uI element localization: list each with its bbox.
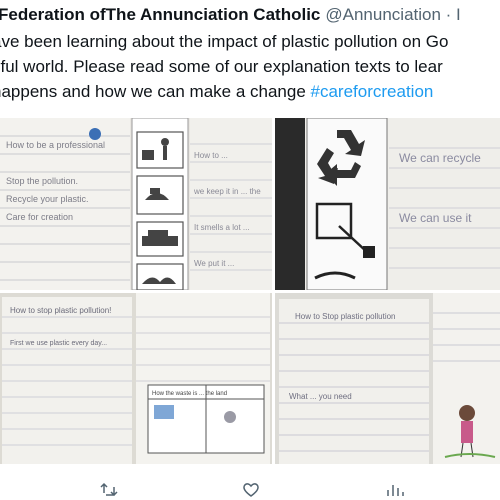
views-button[interactable] bbox=[386, 482, 412, 498]
handwriting: Care for creation bbox=[6, 212, 73, 222]
retweet-icon bbox=[100, 482, 118, 497]
retweet-button[interactable] bbox=[100, 482, 126, 498]
photo-grid: How to be a professional Stop the pollut… bbox=[0, 118, 500, 464]
tweet-text-line: ave been learning about the impact of pl… bbox=[0, 32, 449, 51]
strip-caption: How to ... bbox=[194, 151, 228, 160]
notebook-image: How to Stop plastic pollution What ... y… bbox=[275, 293, 500, 464]
author-handle[interactable]: @Annunciation · I bbox=[325, 5, 460, 24]
recycle-worksheet-image: We can recycle We can use it bbox=[275, 118, 500, 290]
heart-icon bbox=[243, 483, 259, 497]
handwriting: First we use plastic every day... bbox=[10, 340, 107, 347]
tweet-text-line: tiful world. Please read some of our exp… bbox=[0, 57, 443, 76]
strip-caption: we keep it in ... the bbox=[193, 187, 261, 196]
handwriting: We can recycle bbox=[399, 151, 481, 165]
like-button[interactable] bbox=[242, 482, 268, 498]
worksheet-image: How to be a professional Stop the pollut… bbox=[0, 118, 272, 290]
handwriting: How to be a professional bbox=[6, 140, 105, 150]
tweet-actions bbox=[0, 478, 500, 500]
handwriting: How to Stop plastic pollution bbox=[295, 312, 396, 321]
strip-caption: It smells a lot ... bbox=[194, 223, 250, 232]
hashtag-link[interactable]: #careforcreation bbox=[311, 82, 434, 101]
strip-caption: We put it ... bbox=[194, 259, 234, 268]
handwriting: Stop the pollution. bbox=[6, 176, 78, 186]
handwriting: We can use it bbox=[399, 211, 472, 225]
photo-4[interactable]: How to Stop plastic pollution What ... y… bbox=[275, 293, 500, 464]
tweet-text-line: happens and how we can make a change #ca… bbox=[0, 82, 434, 101]
handwriting: How to stop plastic pollution! bbox=[10, 306, 111, 315]
author-name[interactable]: Federation ofThe Annunciation Catholic bbox=[0, 5, 320, 24]
handwriting: Recycle your plastic. bbox=[6, 194, 89, 204]
photo-1[interactable]: How to be a professional Stop the pollut… bbox=[0, 118, 272, 290]
tweet-text: ave been learning about the impact of pl… bbox=[0, 29, 500, 104]
handwriting: What ... you need bbox=[289, 392, 352, 401]
tweet-header: Federation ofThe Annunciation Catholic @A… bbox=[0, 4, 500, 25]
views-chart-icon bbox=[387, 485, 404, 496]
photo-2[interactable]: We can recycle We can use it bbox=[275, 118, 500, 290]
exercise-book-image: How to stop plastic pollution! First we … bbox=[0, 293, 272, 464]
table-header: How the waste is ... the land bbox=[152, 391, 227, 397]
photo-3[interactable]: How to stop plastic pollution! First we … bbox=[0, 293, 272, 464]
